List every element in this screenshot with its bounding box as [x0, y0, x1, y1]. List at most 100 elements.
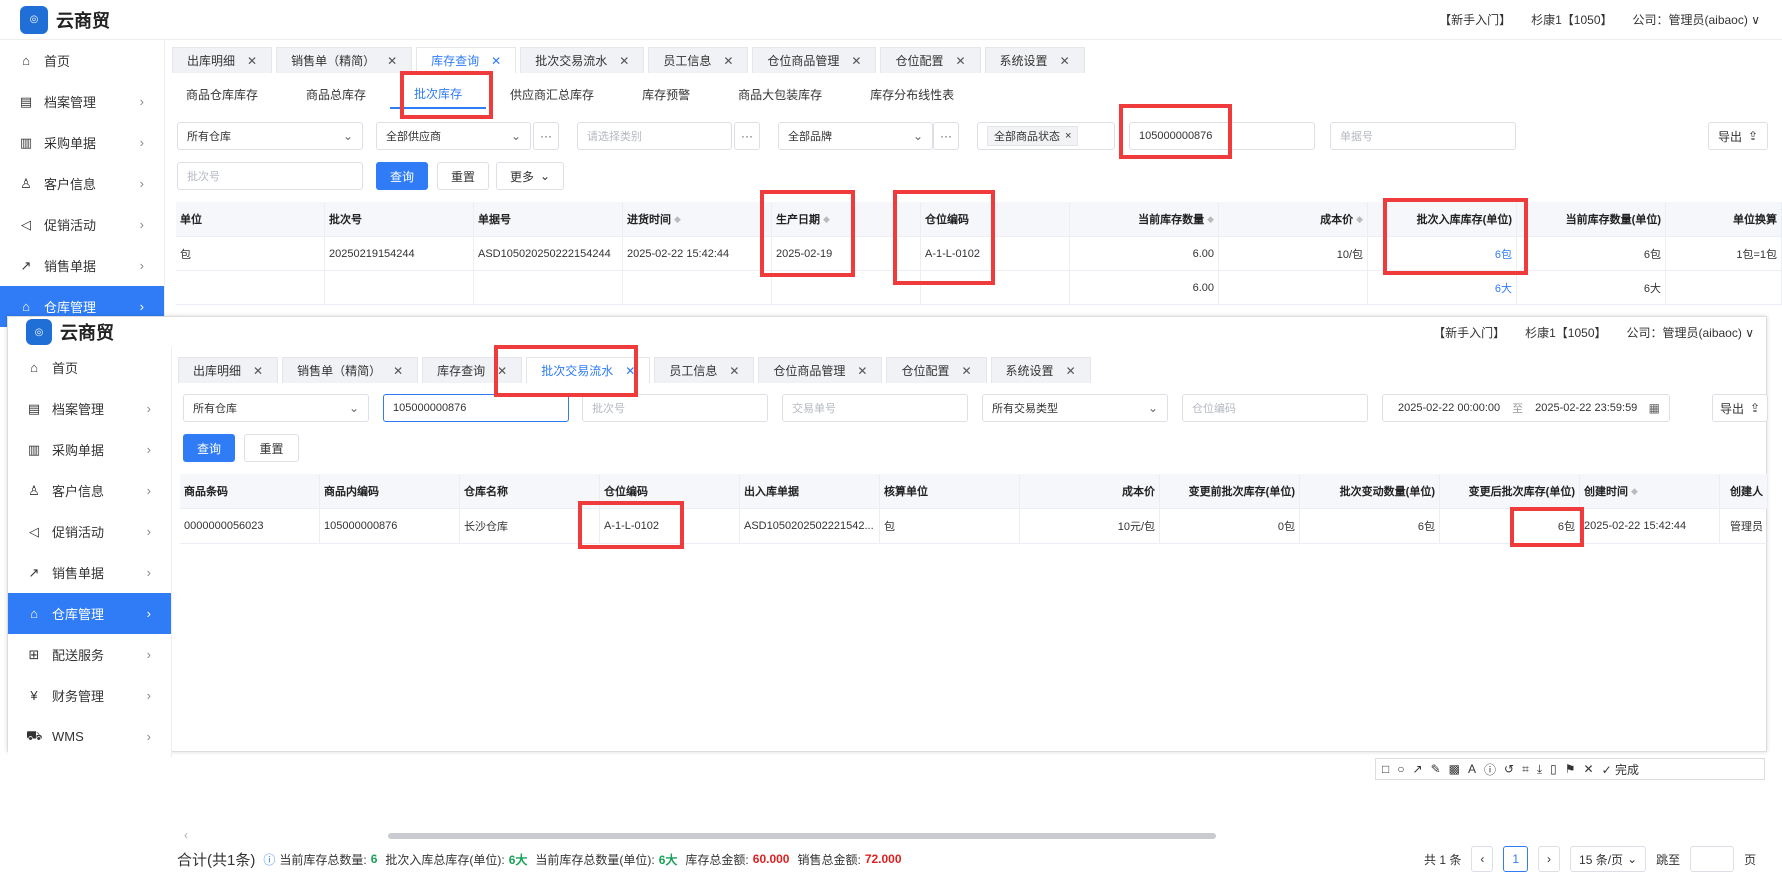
subtab-package-stock[interactable]: 商品大包装库存 — [714, 79, 846, 109]
subtab-distribution[interactable]: 库存分布线性表 — [846, 79, 978, 109]
tab-system-settings[interactable]: 系统设置 ✕ — [990, 357, 1091, 383]
col-cost[interactable]: 成本价 ◆ — [1219, 202, 1368, 237]
next-page-icon[interactable]: › — [1538, 846, 1561, 872]
batch-in-link[interactable]: 6大 — [1368, 271, 1517, 305]
sidebar-item-purchase[interactable]: ▥ 采购单据 › — [0, 122, 164, 163]
batch-input[interactable]: 批次号 — [582, 394, 768, 422]
sidebar-item-archive[interactable]: ▤ 档案管理 › — [0, 81, 164, 122]
guide-link[interactable]: 【新手入门】 — [1433, 324, 1505, 341]
batch-in-link[interactable]: 6包 — [1368, 237, 1517, 271]
table-row[interactable]: 0000000056023 105000000876 长沙仓库 A-1-L-01… — [180, 509, 1768, 544]
sidebar-item-sales[interactable]: ↗ 销售单据 › — [8, 552, 171, 593]
goto-input[interactable] — [1690, 846, 1735, 872]
help-icon[interactable]: ⓘ — [263, 851, 275, 868]
query-button[interactable]: 查询 — [183, 434, 235, 462]
location-input[interactable]: 仓位编码 — [1182, 394, 1368, 422]
guide-link[interactable]: 【新手入门】 — [1439, 11, 1511, 28]
sidebar-item-purchase[interactable]: ▥ 采购单据 › — [8, 429, 171, 470]
tab-stock-query[interactable]: 库存查询 ✕ — [422, 357, 523, 383]
date-range-picker[interactable]: 2025-02-22 00:00:00 至 2025-02-22 23:59:5… — [1382, 394, 1670, 422]
close-icon[interactable]: ✕ — [491, 54, 501, 68]
subtab-stock-alert[interactable]: 库存预警 — [618, 79, 714, 109]
export-button[interactable]: 导出 ⇪ — [1712, 394, 1768, 422]
close-icon[interactable]: × — [1065, 130, 1071, 142]
scroll-left-icon[interactable]: ‹ — [184, 828, 188, 842]
col-created-time[interactable]: 创建时间 ◆ — [1580, 474, 1720, 509]
tab-employee[interactable]: 员工信息 ✕ — [648, 47, 749, 73]
crop-icon[interactable]: ⌗ — [1522, 762, 1529, 777]
tab-sales-simple[interactable]: 销售单（精简） ✕ — [276, 47, 413, 73]
reset-button[interactable]: 重置 — [437, 162, 489, 190]
user-info[interactable]: 杉康1【1050】 — [1531, 11, 1612, 28]
sort-icon[interactable]: ◆ — [1207, 214, 1214, 225]
docno-input[interactable]: 单据号 — [1330, 122, 1516, 150]
warehouse-select[interactable]: 所有仓库 ⌄ — [177, 122, 363, 150]
sidebar-item-customer[interactable]: ♙ 客户信息 › — [0, 163, 164, 204]
export-button[interactable]: 导出 ⇪ — [1708, 122, 1768, 150]
tab-location-goods[interactable]: 仓位商品管理 ✕ — [752, 47, 877, 73]
close-icon[interactable]: ✕ — [253, 364, 263, 378]
sort-icon[interactable]: ◆ — [823, 214, 830, 225]
trade-no-input[interactable]: 交易单号 — [782, 394, 968, 422]
close-icon[interactable]: ✕ — [1584, 762, 1594, 776]
sidebar-item-promo[interactable]: ◁ 促销活动 › — [0, 204, 164, 245]
sidebar-item-home[interactable]: ⌂ 首页 — [8, 347, 171, 388]
close-icon[interactable]: ✕ — [857, 364, 867, 378]
close-icon[interactable]: ✕ — [619, 54, 629, 68]
sidebar-item-delivery[interactable]: ⊞ 配送服务 › — [8, 634, 171, 675]
tab-system-settings[interactable]: 系统设置 ✕ — [984, 47, 1085, 73]
pin-icon[interactable]: ▯ — [1550, 762, 1557, 776]
tab-location-config[interactable]: 仓位配置 ✕ — [880, 47, 981, 73]
close-icon[interactable]: ✕ — [1060, 54, 1070, 68]
info-icon[interactable]: ⓘ — [1484, 761, 1496, 778]
subtab-total-stock[interactable]: 商品总库存 — [282, 79, 390, 109]
more-icon[interactable]: ··· — [933, 122, 959, 150]
date-to[interactable]: 2025-02-22 23:59:59 — [1535, 402, 1637, 414]
user-info[interactable]: 杉康1【1050】 — [1525, 324, 1606, 341]
sidebar-item-sales[interactable]: ↗ 销售单据 › — [0, 245, 164, 286]
close-icon[interactable]: ✕ — [497, 364, 507, 378]
col-current-qty[interactable]: 当前库存数量 ◆ — [1070, 202, 1219, 237]
close-icon[interactable]: ✕ — [961, 364, 971, 378]
close-icon[interactable]: ✕ — [1066, 364, 1076, 378]
mosaic-icon[interactable]: ▩ — [1449, 762, 1460, 776]
sidebar-item-archive[interactable]: ▤ 档案管理 › — [8, 388, 171, 429]
circle-icon[interactable]: ○ — [1397, 762, 1404, 776]
close-icon[interactable]: ✕ — [625, 364, 635, 378]
subtab-batch-stock[interactable]: 批次库存 — [390, 79, 487, 109]
bookmark-icon[interactable]: ⚑ — [1565, 762, 1576, 776]
arrow-icon[interactable]: ↗ — [1413, 762, 1423, 776]
col-purchase-time[interactable]: 进货时间 ◆ — [623, 202, 772, 237]
sidebar-item-promo[interactable]: ◁ 促销活动 › — [8, 511, 171, 552]
more-icon[interactable]: ··· — [533, 122, 559, 150]
tab-sales-simple[interactable]: 销售单（精简） ✕ — [282, 357, 419, 383]
supplier-select[interactable]: 全部供应商 ⌄ — [376, 122, 531, 150]
more-button[interactable]: 更多 ⌄ — [496, 162, 564, 190]
category-select[interactable]: 请选择类别 — [577, 122, 732, 150]
subtab-supplier-stock[interactable]: 供应商汇总库存 — [486, 79, 618, 109]
code-input[interactable]: 105000000876 — [1129, 122, 1315, 150]
subtab-warehouse-stock[interactable]: 商品仓库库存 — [162, 79, 282, 109]
page-size-select[interactable]: 15 条/页 ⌄ — [1570, 846, 1647, 872]
sidebar-item-wms[interactable]: ⛟ WMS › — [8, 716, 171, 757]
tab-outbound-detail[interactable]: 出库明细 ✕ — [172, 47, 273, 73]
download-icon[interactable]: ⤓ — [1537, 762, 1542, 777]
sort-icon[interactable]: ◆ — [1631, 486, 1638, 497]
sidebar-item-customer[interactable]: ♙ 客户信息 › — [8, 470, 171, 511]
company-menu[interactable]: 公司：管理员(aibaoc) ∨ — [1627, 324, 1755, 341]
trade-type-select[interactable]: 所有交易类型 ⌄ — [982, 394, 1168, 422]
tab-outbound-detail[interactable]: 出库明细 ✕ — [178, 357, 279, 383]
sidebar-item-warehouse[interactable]: ⌂ 仓库管理 › — [8, 593, 171, 634]
page-1[interactable]: 1 — [1503, 846, 1529, 872]
close-icon[interactable]: ✕ — [729, 364, 739, 378]
close-icon[interactable]: ✕ — [387, 54, 397, 68]
undo-icon[interactable]: ↺ — [1504, 762, 1514, 776]
close-icon[interactable]: ✕ — [393, 364, 403, 378]
text-icon[interactable]: A — [1468, 762, 1476, 776]
tab-batch-flow[interactable]: 批次交易流水 ✕ — [526, 357, 651, 383]
warehouse-select[interactable]: 所有仓库 ⌄ — [183, 394, 369, 422]
more-icon[interactable]: ··· — [734, 122, 760, 150]
col-production-date[interactable]: 生产日期 ◆ — [772, 202, 921, 237]
brand-select[interactable]: 全部品牌 ⌄ — [778, 122, 933, 150]
close-icon[interactable]: ✕ — [955, 54, 965, 68]
